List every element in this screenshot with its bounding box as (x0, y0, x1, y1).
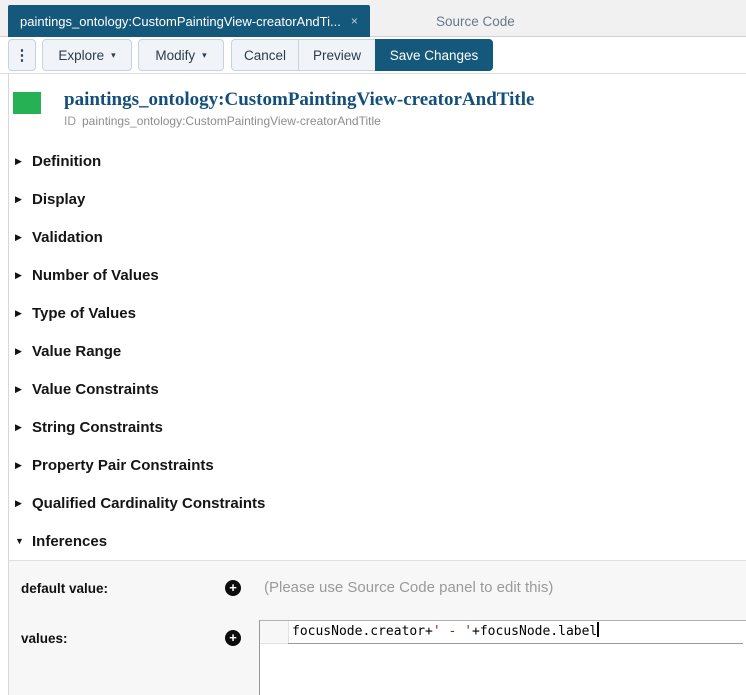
kebab-icon: ⋮ (14, 47, 30, 64)
modify-label: Modify (155, 47, 196, 63)
property-shape-icon (13, 92, 41, 114)
section-label: Definition (32, 152, 102, 170)
values-label: values: (21, 631, 68, 646)
chevron-right-icon: ▶ (15, 421, 22, 432)
plus-icon: + (229, 580, 237, 595)
kebab-menu-button[interactable]: ⋮ (8, 39, 36, 71)
section-label: Inferences (32, 532, 108, 550)
values-code-editor[interactable]: focusNode.creator+' - '+focusNode.label (259, 620, 746, 695)
section-row-validation[interactable]: ▶ Validation (9, 218, 746, 256)
section-list: ▶ Definition ▶ Display ▶ Validation ▶ Nu… (9, 142, 746, 560)
tab-source-code[interactable]: Source Code (428, 5, 523, 37)
tab-bar: paintings_ontology:CustomPaintingView-cr… (0, 0, 746, 37)
explore-dropdown-button[interactable]: Explore ▾ (42, 39, 132, 71)
section-row-number-of-values[interactable]: ▶ Number of Values (9, 256, 746, 294)
tab-resource-label: paintings_ontology:CustomPaintingView-cr… (20, 13, 341, 29)
default-value-label: default value: (21, 581, 109, 596)
chevron-right-icon: ▶ (15, 231, 22, 242)
page-title: paintings_ontology:CustomPaintingView-cr… (64, 89, 535, 110)
modify-dropdown-button[interactable]: Modify ▾ (138, 39, 224, 71)
chevron-right-icon: ▶ (15, 269, 22, 280)
resource-header: paintings_ontology:CustomPaintingView-cr… (9, 74, 746, 128)
section-row-qualified-cardinality-constraints[interactable]: ▶ Qualified Cardinality Constraints (9, 484, 746, 522)
chevron-down-icon: ▼ (15, 536, 24, 546)
save-changes-label: Save Changes (389, 47, 479, 63)
explore-label: Explore (58, 47, 105, 63)
section-row-type-of-values[interactable]: ▶ Type of Values (9, 294, 746, 332)
chevron-right-icon: ▶ (15, 155, 22, 166)
section-row-value-constraints[interactable]: ▶ Value Constraints (9, 370, 746, 408)
section-row-definition[interactable]: ▶ Definition (9, 142, 746, 180)
resource-header-text: paintings_ontology:CustomPaintingView-cr… (64, 88, 534, 128)
section-label: Property Pair Constraints (32, 456, 214, 474)
resource-id-line: ID paintings_ontology:CustomPaintingView-… (64, 114, 534, 128)
chevron-right-icon: ▶ (15, 193, 22, 204)
section-label: Validation (32, 228, 103, 246)
chevron-right-icon: ▶ (15, 307, 22, 318)
section-row-display[interactable]: ▶ Display (9, 180, 746, 218)
section-label: Value Range (32, 342, 122, 360)
chevron-right-icon: ▶ (15, 497, 22, 508)
code-string-token: ' - ' (432, 624, 473, 639)
inferences-panel: default value: + (Please use Source Code… (9, 560, 746, 695)
section-row-property-pair-constraints[interactable]: ▶ Property Pair Constraints (9, 446, 746, 484)
section-label: String Constraints (32, 418, 163, 436)
save-changes-button[interactable]: Save Changes (375, 39, 493, 71)
text-cursor (597, 622, 600, 637)
tab-resource[interactable]: paintings_ontology:CustomPaintingView-cr… (8, 5, 370, 37)
id-value: paintings_ontology:CustomPaintingView-cr… (82, 114, 381, 128)
close-icon[interactable]: × (351, 15, 358, 27)
editor-gutter (260, 621, 289, 644)
edit-actions-group: Cancel Preview Save Changes (231, 39, 493, 71)
preview-button[interactable]: Preview (298, 39, 375, 71)
chevron-right-icon: ▶ (15, 345, 22, 356)
code-line[interactable]: focusNode.creator+' - '+focusNode.label (288, 621, 743, 644)
chevron-down-icon: ▾ (111, 49, 116, 60)
preview-label: Preview (312, 47, 361, 63)
section-row-value-range[interactable]: ▶ Value Range (9, 332, 746, 370)
section-label: Type of Values (32, 304, 136, 322)
add-default-value-button[interactable]: + (225, 580, 241, 596)
code-token: +focusNode.label (472, 624, 598, 639)
section-row-string-constraints[interactable]: ▶ String Constraints (9, 408, 746, 446)
add-values-button[interactable]: + (225, 630, 241, 646)
toolbar: ⋮ Explore ▾ Modify ▾ Cancel Preview Save… (0, 37, 746, 74)
default-value-note: (Please use Source Code panel to edit th… (264, 579, 554, 596)
section-label: Number of Values (32, 266, 159, 284)
cancel-button[interactable]: Cancel (231, 39, 298, 71)
code-token: focusNode.creator+ (292, 624, 433, 639)
section-label: Display (32, 190, 86, 208)
chevron-down-icon: ▾ (202, 49, 207, 60)
tab-source-code-label: Source Code (436, 13, 515, 29)
form-panel: paintings_ontology:CustomPaintingView-cr… (8, 74, 746, 695)
section-label: Qualified Cardinality Constraints (32, 494, 266, 512)
chevron-right-icon: ▶ (15, 459, 22, 470)
section-row-inferences[interactable]: ▼ Inferences (9, 522, 746, 560)
id-label: ID (64, 114, 76, 128)
chevron-right-icon: ▶ (15, 383, 22, 394)
plus-icon: + (229, 630, 237, 645)
cancel-label: Cancel (243, 47, 287, 63)
section-label: Value Constraints (32, 380, 159, 398)
